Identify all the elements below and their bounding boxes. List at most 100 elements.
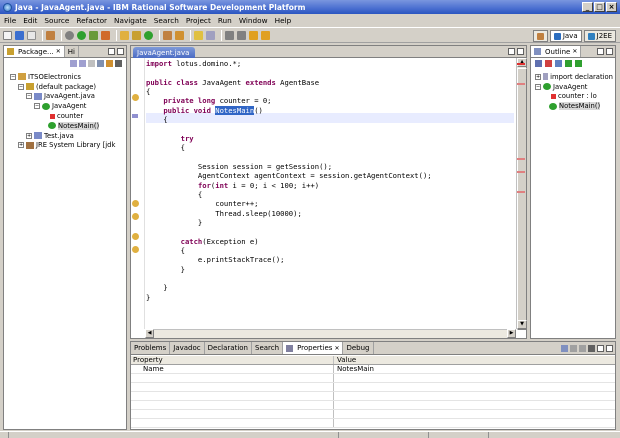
code-line[interactable]: { xyxy=(146,246,185,255)
back-icon[interactable] xyxy=(249,30,258,40)
defaults-icon[interactable] xyxy=(579,345,586,352)
new-package-icon[interactable] xyxy=(132,30,141,40)
hide-local-types-icon[interactable] xyxy=(575,60,582,67)
warning-marker-icon[interactable] xyxy=(132,94,139,101)
close-tab-icon[interactable]: ✕ xyxy=(572,48,577,55)
fast-view-icon[interactable] xyxy=(0,432,8,438)
perspective-java[interactable]: Java xyxy=(549,30,582,42)
tab-properties[interactable]: Properties ✕ xyxy=(283,342,344,354)
code-line[interactable]: public void NotesMain() xyxy=(146,105,263,115)
menu-search[interactable]: Search xyxy=(154,16,179,25)
overview-marker[interactable] xyxy=(517,83,525,85)
menu-navigate[interactable]: Navigate xyxy=(114,16,147,25)
warning-marker-icon[interactable] xyxy=(132,233,139,240)
tab-problems[interactable]: Problems xyxy=(131,342,171,354)
menu-refactor[interactable]: Refactor xyxy=(76,16,107,25)
overview-marker[interactable] xyxy=(517,158,525,160)
menu-window[interactable]: Window xyxy=(239,16,268,25)
tree-item-notesmain[interactable]: NotesMain() xyxy=(6,121,124,131)
menu-file[interactable]: File xyxy=(4,16,16,25)
warning-marker-icon[interactable] xyxy=(132,246,139,253)
editor-gutter[interactable] xyxy=(131,58,145,329)
maximize-view-icon[interactable] xyxy=(606,345,613,352)
menu-run[interactable]: Run xyxy=(218,16,232,25)
editor-tab-javaagent[interactable]: JavaAgent.java xyxy=(133,47,195,58)
run-external-icon[interactable] xyxy=(89,30,98,40)
close-tab-icon[interactable]: ✕ xyxy=(56,48,61,55)
tree-item-jre-library[interactable]: + JRE System Library [jdk xyxy=(6,141,124,151)
perspective-j2ee[interactable]: J2EE xyxy=(583,30,616,42)
tab-declaration[interactable]: Declaration xyxy=(205,342,252,354)
new-class-icon[interactable] xyxy=(144,30,153,40)
hide-static-icon[interactable] xyxy=(555,60,562,67)
hide-nonpublic-icon[interactable] xyxy=(565,60,572,67)
code-line[interactable]: Session session = getSession(); xyxy=(146,162,332,171)
menu-edit[interactable]: Edit xyxy=(23,16,37,25)
outline-item-counter[interactable]: counter : lo xyxy=(533,92,613,102)
minimize-view-icon[interactable] xyxy=(597,48,604,55)
code-area[interactable]: import lotus.domino.*; public class JavaA… xyxy=(146,59,514,328)
table-row[interactable]: Name NotesMain xyxy=(131,365,615,374)
maximize-view-icon[interactable] xyxy=(117,48,124,55)
tab-outline[interactable]: Outline ✕ xyxy=(531,46,582,57)
code-line[interactable]: } xyxy=(146,283,167,292)
outline-item-imports[interactable]: + import declaration xyxy=(533,72,613,82)
close-tab-icon[interactable]: ✕ xyxy=(334,345,339,352)
overview-error-marker[interactable] xyxy=(517,63,525,65)
code-line[interactable]: { xyxy=(146,190,202,199)
outline-item-notesmain[interactable]: NotesMain() xyxy=(533,101,613,111)
code-line[interactable]: { xyxy=(146,143,185,152)
link-editor-icon[interactable] xyxy=(106,60,113,67)
code-line[interactable]: counter++; xyxy=(146,199,258,208)
editor-horizontal-scrollbar[interactable]: ◀ ▶ xyxy=(145,329,516,338)
tree-item-project[interactable]: − ITSOElectronics xyxy=(6,72,124,82)
tab-javadoc[interactable]: Javadoc xyxy=(170,342,205,354)
sort-icon[interactable] xyxy=(535,60,542,67)
close-button[interactable]: × xyxy=(606,2,617,12)
tree-item-counter[interactable]: counter xyxy=(6,111,124,121)
code-line[interactable]: { xyxy=(146,87,150,96)
back-nav-icon[interactable] xyxy=(70,60,77,67)
toggle-icon[interactable] xyxy=(206,30,215,40)
code-line[interactable]: e.printStackTrace(); xyxy=(146,255,285,264)
code-line[interactable]: { xyxy=(146,115,167,124)
view-menu-icon[interactable] xyxy=(115,60,122,67)
column-header-property[interactable]: Property xyxy=(131,356,334,364)
profile-icon[interactable] xyxy=(101,30,110,40)
code-line[interactable]: try xyxy=(146,134,194,143)
minimize-view-icon[interactable] xyxy=(597,345,604,352)
tree-item-test-java[interactable]: + Test.java xyxy=(6,131,124,141)
up-icon[interactable] xyxy=(88,60,95,67)
tree-item-javaagent-java[interactable]: − JavaAgent.java xyxy=(6,92,124,102)
debug-icon[interactable] xyxy=(65,30,74,40)
code-line[interactable]: private long counter = 0; xyxy=(146,96,271,105)
scroll-thumb[interactable] xyxy=(517,68,527,330)
hide-fields-icon[interactable] xyxy=(545,60,552,67)
override-marker-icon[interactable] xyxy=(132,114,138,118)
tree-item-javaagent-class[interactable]: − JavaAgent xyxy=(6,101,124,111)
tab-package-explorer[interactable]: Package... ✕ xyxy=(4,46,65,57)
save-icon[interactable] xyxy=(15,30,24,40)
code-line[interactable]: for(int i = 0; i < 100; i++) xyxy=(146,181,319,190)
tab-hierarchy[interactable]: Hi xyxy=(65,46,79,57)
open-type-icon[interactable] xyxy=(46,30,55,40)
menu-project[interactable]: Project xyxy=(186,16,211,25)
tab-debug[interactable]: Debug xyxy=(343,342,374,354)
open-perspective-button[interactable] xyxy=(532,30,548,42)
filter-icon[interactable] xyxy=(570,345,577,352)
view-menu-icon[interactable] xyxy=(588,345,595,352)
code-line[interactable]: import lotus.domino.*; xyxy=(146,59,241,68)
overview-marker[interactable] xyxy=(517,171,525,173)
code-line[interactable]: AgentContext agentContext = session.getA… xyxy=(146,171,432,180)
tab-search[interactable]: Search xyxy=(252,342,284,354)
property-value-cell[interactable]: NotesMain xyxy=(334,365,615,373)
prev-annotation-icon[interactable] xyxy=(237,30,246,40)
tree-item-default-package[interactable]: − (default package) xyxy=(6,82,124,92)
maximize-button[interactable]: □ xyxy=(594,2,605,12)
warning-marker-icon[interactable] xyxy=(132,213,139,220)
new-icon[interactable] xyxy=(3,30,12,40)
menu-help[interactable]: Help xyxy=(275,16,292,25)
editor-minimize-icon[interactable] xyxy=(508,48,515,55)
mark-occurrences-icon[interactable] xyxy=(194,30,203,40)
code-line[interactable]: } xyxy=(146,218,202,227)
